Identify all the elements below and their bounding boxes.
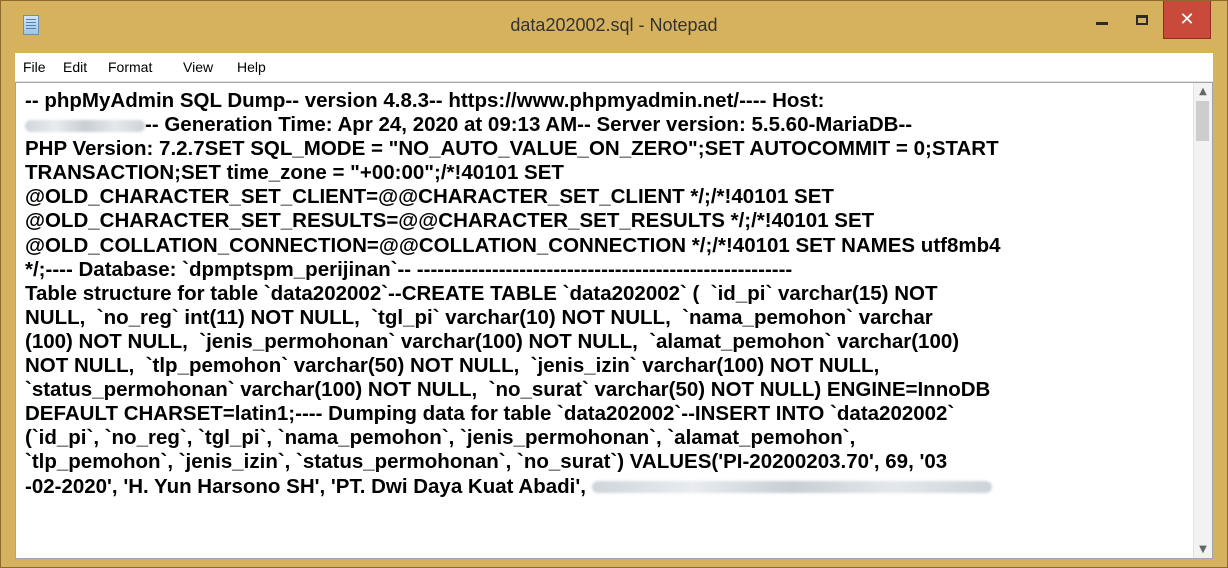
- menu-format[interactable]: Format: [108, 59, 152, 75]
- maximize-icon: [1136, 15, 1148, 25]
- menu-file[interactable]: File: [23, 59, 46, 75]
- text-line: NOT NULL, `tlp_pemohon` varchar(50) NOT …: [25, 354, 880, 378]
- minimize-button[interactable]: [1083, 1, 1121, 39]
- text-line: (`id_pi`, `no_reg`, `tgl_pi`, `nama_pemo…: [25, 426, 856, 450]
- redacted-values: [591, 481, 992, 494]
- text-line: @OLD_CHARACTER_SET_CLIENT=@@CHARACTER_SE…: [25, 185, 834, 209]
- text-line: `status_permohonan` varchar(100) NOT NUL…: [25, 378, 991, 402]
- scroll-up-icon[interactable]: ▲: [1194, 83, 1212, 100]
- notepad-window: data202002.sql - Notepad ✕ File Edit For…: [0, 0, 1228, 568]
- text-line: DEFAULT CHARSET=latin1;---- Dumping data…: [25, 402, 955, 426]
- minimize-icon: [1096, 21, 1108, 25]
- text-line: (100) NOT NULL, `jenis_permohonan` varch…: [25, 329, 960, 353]
- vertical-scrollbar[interactable]: ▲ ▼: [1193, 83, 1212, 558]
- menu-help[interactable]: Help: [237, 59, 266, 75]
- text-line: @OLD_COLLATION_CONNECTION=@@COLLATION_CO…: [25, 233, 1001, 257]
- text-line: TRANSACTION;SET time_zone = "+00:00";/*!…: [25, 161, 564, 185]
- text-line: -02-2020', 'H. Yun Harsono SH', 'PT. Dwi…: [25, 475, 1193, 499]
- redacted-host: [25, 119, 145, 132]
- text-line: -- phpMyAdmin SQL Dump-- version 4.8.3--…: [25, 89, 825, 112]
- text-line: Table structure for table `data202002`--…: [25, 281, 938, 305]
- text-line: */;---- Database: `dpmptspm_perijinan`--…: [25, 257, 793, 281]
- text-line: @OLD_CHARACTER_SET_RESULTS=@@CHARACTER_S…: [25, 209, 875, 233]
- text-editor[interactable]: -- phpMyAdmin SQL Dump-- version 4.8.3--…: [15, 82, 1213, 559]
- menu-edit[interactable]: Edit: [63, 59, 87, 75]
- close-button[interactable]: ✕: [1163, 1, 1211, 39]
- close-icon: ✕: [1179, 8, 1195, 30]
- text-line: PHP Version: 7.2.7SET SQL_MODE = "NO_AUT…: [25, 137, 999, 161]
- editor-text[interactable]: -- phpMyAdmin SQL Dump-- version 4.8.3--…: [25, 89, 1193, 499]
- scroll-down-icon[interactable]: ▼: [1194, 541, 1212, 558]
- menu-bar: File Edit Format View Help: [15, 53, 1213, 82]
- menu-view[interactable]: View: [183, 59, 213, 75]
- text-line: -- Generation Time: Apr 24, 2020 at 09:1…: [25, 113, 1193, 137]
- window-title: data202002.sql - Notepad: [510, 15, 718, 35]
- scroll-thumb[interactable]: [1196, 101, 1209, 141]
- title-bar[interactable]: data202002.sql - Notepad ✕: [1, 1, 1227, 51]
- text-line: NULL, `no_reg` int(11) NOT NULL, `tgl_pi…: [25, 305, 933, 329]
- text-line: `tlp_pemohon`, `jenis_izin`, `status_per…: [25, 450, 948, 474]
- maximize-button[interactable]: [1123, 1, 1161, 39]
